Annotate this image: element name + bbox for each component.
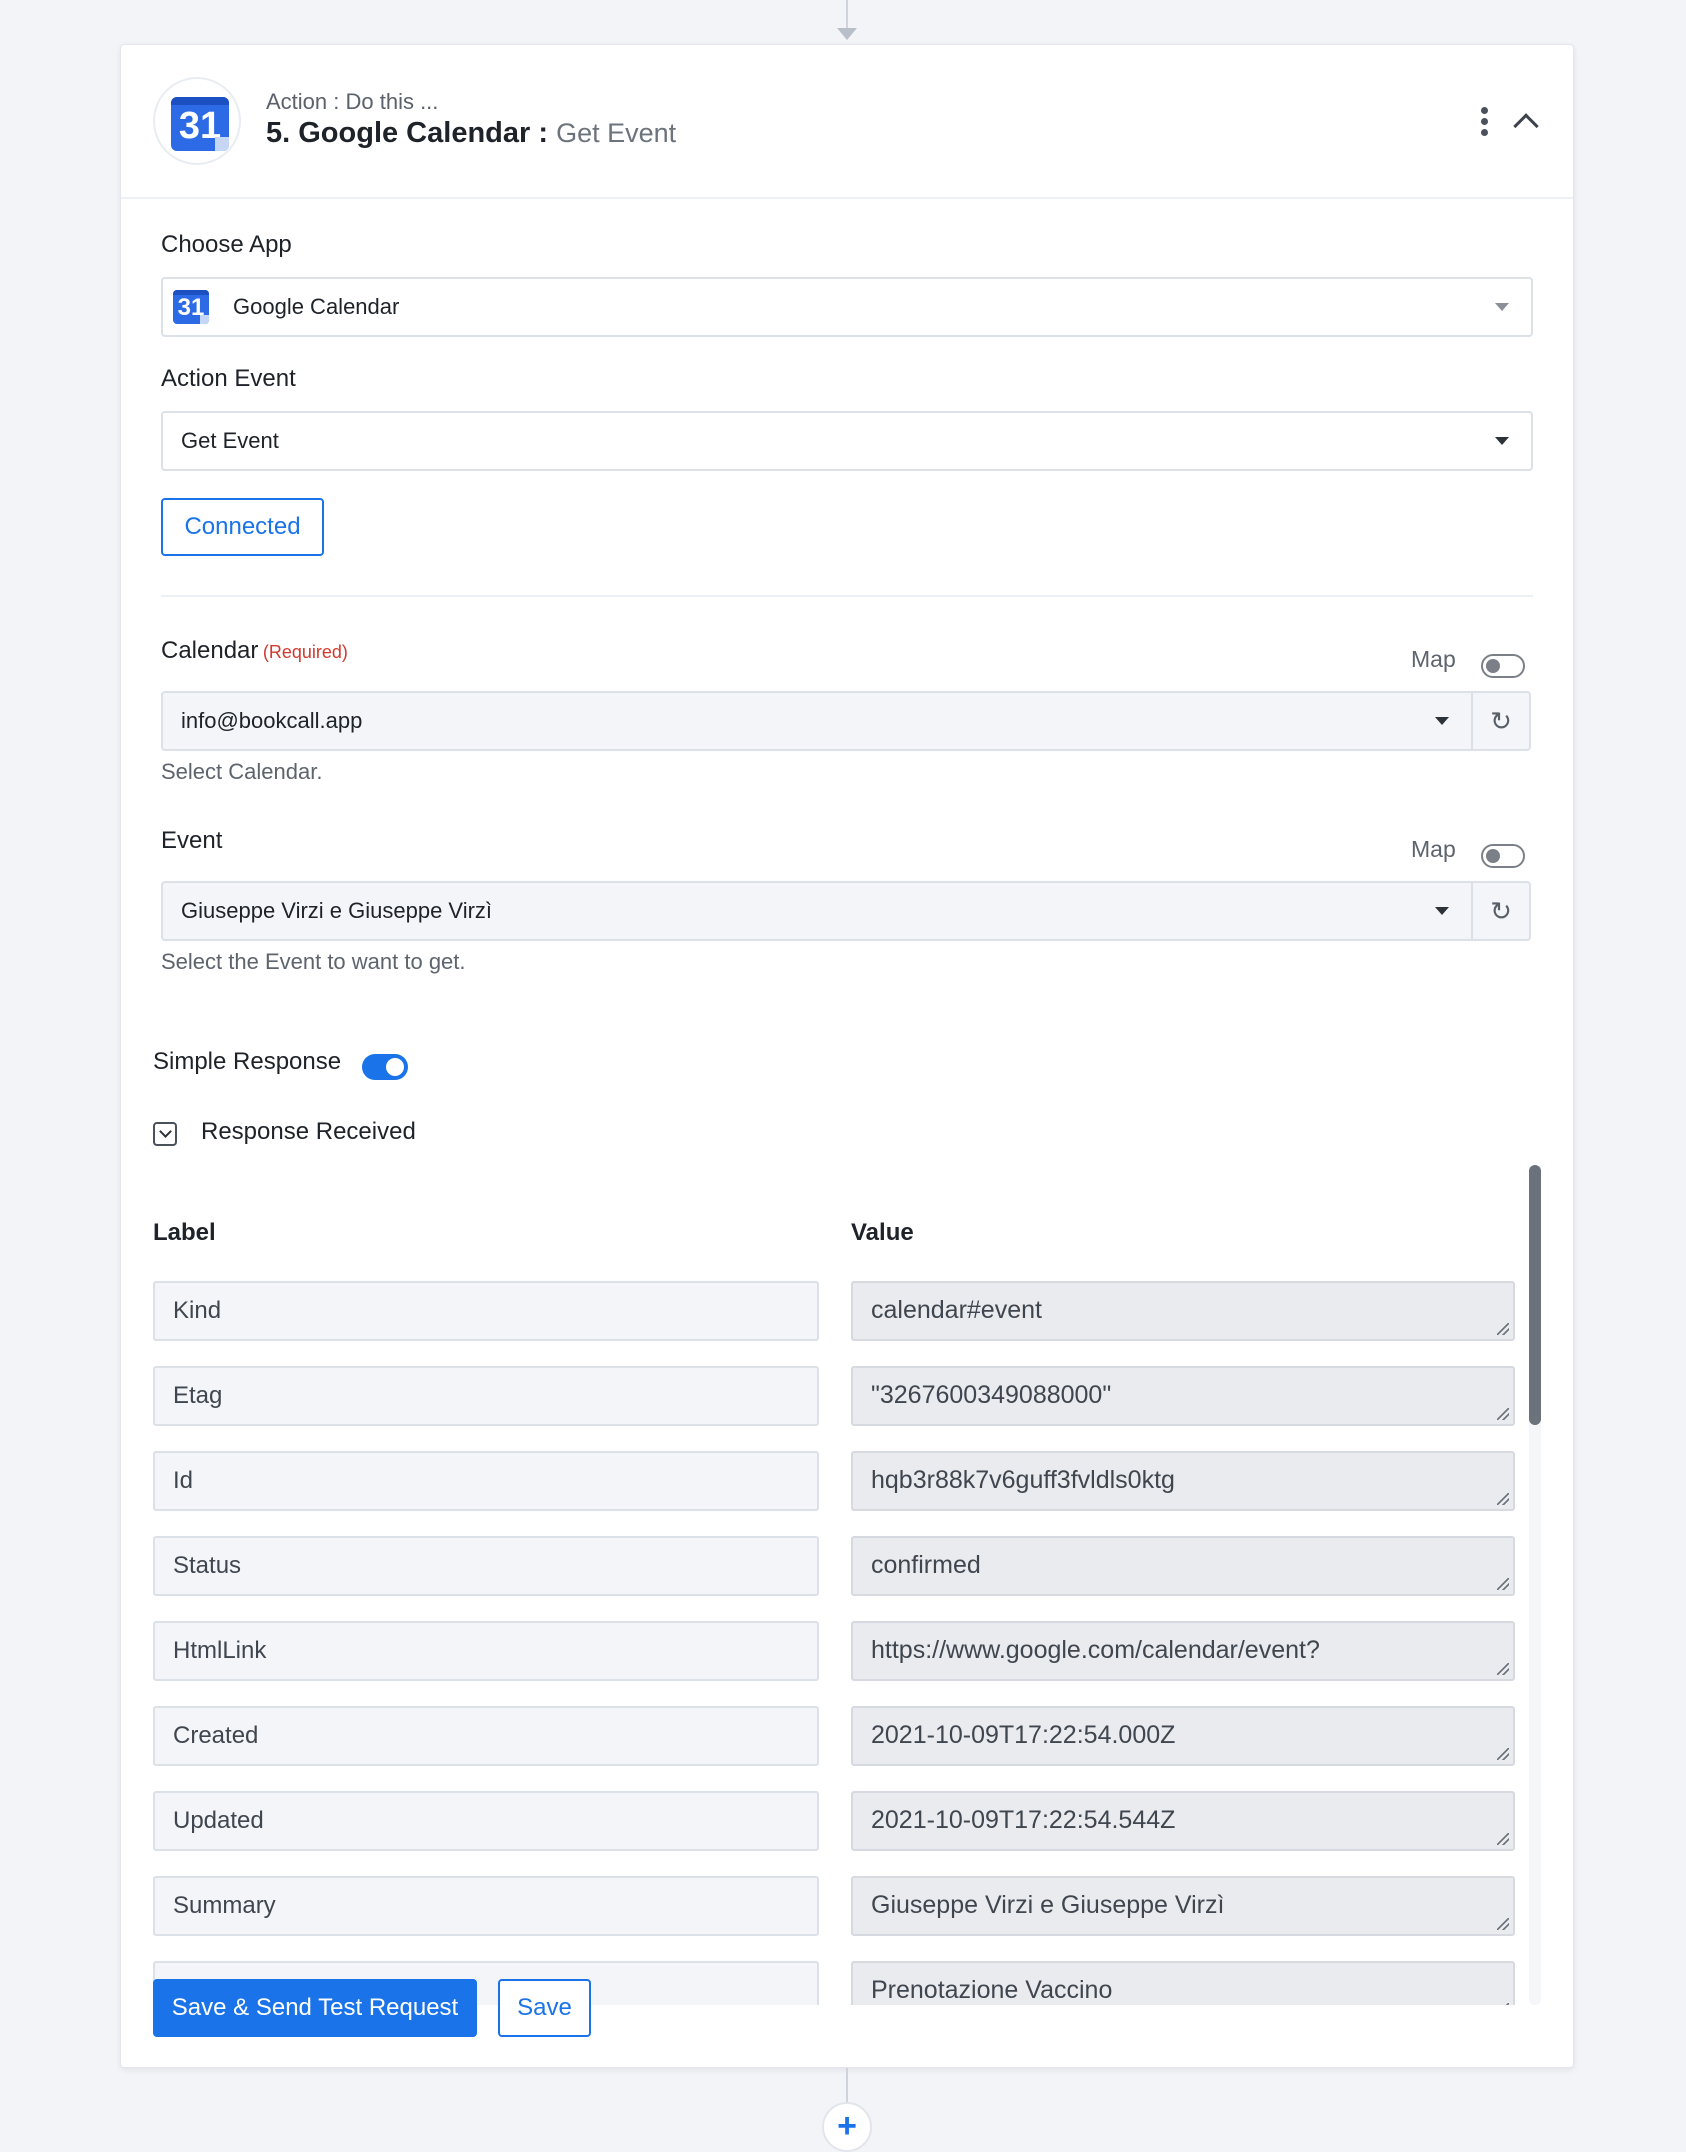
label-column-header: Label [153,1219,216,1246]
row-value[interactable]: confirmed [851,1536,1515,1596]
step-header[interactable]: 31 Action : Do this ... 5. Google Calend… [121,45,1573,199]
action-step-card: 31 Action : Do this ... 5. Google Calend… [120,44,1574,2068]
calendar-map-label: Map [1411,646,1456,672]
table-row: HtmlLink https://www.google.com/calendar… [153,1621,1515,1681]
table-row: Summary Giuseppe Virzi e Giuseppe Virzì [153,1876,1515,1936]
event-value: Giuseppe Virzi e Giuseppe Virzì [181,898,493,923]
row-label: Kind [153,1281,819,1341]
calendar-select-wrap: info@bookcall.app [161,691,1473,751]
step-title: 5. Google Calendar : Get Event [266,117,676,150]
chevron-down-icon [1495,437,1509,445]
row-value[interactable]: 2021-10-09T17:22:54.000Z [851,1706,1515,1766]
connected-button[interactable]: Connected [161,498,324,556]
chevron-down-icon [1495,303,1509,311]
table-row: Id hqb3r88k7v6guff3fvldls0ktg [153,1451,1515,1511]
event-map-toggle[interactable] [1481,844,1525,868]
refresh-icon: ↻ [1490,896,1512,926]
value-column-header: Value [851,1219,914,1246]
required-marker: (Required) [262,642,348,662]
row-value[interactable]: calendar#event [851,1281,1515,1341]
add-step-button[interactable]: + [822,2102,872,2152]
action-event-select[interactable]: Get Event [161,411,1533,471]
google-calendar-icon: 31 [173,290,209,324]
table-row: Created 2021-10-09T17:22:54.000Z [153,1706,1515,1766]
row-label: Etag [153,1366,819,1426]
event-label: Event [161,827,223,854]
row-value[interactable]: https://www.google.com/calendar/event? [851,1621,1515,1681]
action-event-label: Action Event [161,365,296,392]
chevron-up-icon[interactable] [1513,113,1539,139]
section-divider [161,595,1533,597]
step-app-name: 5. Google Calendar : [266,117,557,149]
event-select[interactable]: Giuseppe Virzi e Giuseppe Virzì [161,881,1473,941]
choose-app-value: Google Calendar [233,294,400,319]
more-options-icon[interactable] [1481,107,1489,137]
chevron-down-icon [1435,907,1449,915]
choose-app-select-wrap: 31 Google Calendar [161,277,1533,337]
row-value[interactable]: Giuseppe Virzi e Giuseppe Virzì [851,1876,1515,1936]
simple-response-toggle[interactable] [362,1054,408,1080]
calendar-label: Calendar [161,637,259,664]
step-type-label: Action : Do this ... [266,89,439,114]
row-label: Id [153,1451,819,1511]
row-value[interactable]: Prenotazione Vaccino [851,1961,1515,2005]
save-button[interactable]: Save [498,1979,591,2037]
refresh-icon: ↻ [1490,706,1512,736]
table-row: Kind calendar#event [153,1281,1515,1341]
calendar-value: info@bookcall.app [181,708,363,733]
plus-icon: + [837,2107,857,2145]
calendar-map-toggle[interactable] [1481,654,1525,678]
row-label: Summary [153,1876,819,1936]
action-event-select-wrap: Get Event [161,411,1533,471]
row-label: Created [153,1706,819,1766]
table-row: Updated 2021-10-09T17:22:54.544Z [153,1791,1515,1851]
choose-app-label: Choose App [161,231,292,258]
scrollbar-thumb[interactable] [1529,1165,1541,1425]
table-row: Etag "3267600349088000" [153,1366,1515,1426]
app-logo: 31 [153,77,241,165]
action-event-section: Action Event [161,365,1533,393]
row-value[interactable]: 2021-10-09T17:22:54.544Z [851,1791,1515,1851]
save-and-send-test-button[interactable]: Save & Send Test Request [153,1979,477,2037]
event-refresh-button[interactable]: ↻ [1473,881,1531,941]
event-select-wrap: Giuseppe Virzi e Giuseppe Virzì [161,881,1473,941]
choose-app-select[interactable]: 31 Google Calendar [161,277,1533,337]
response-scrollbar[interactable] [1529,1165,1541,2005]
simple-response-label: Simple Response [153,1048,342,1075]
row-value[interactable]: "3267600349088000" [851,1366,1515,1426]
choose-app-section: Choose App [161,231,1533,259]
row-label: Updated [153,1791,819,1851]
arrow-down-icon [837,28,857,40]
action-event-value: Get Event [181,428,279,453]
step-event-name: Get Event [556,118,677,148]
row-label: HtmlLink [153,1621,819,1681]
response-table: Label Value Kind calendar#event Etag "32… [153,1135,1543,2005]
calendar-select[interactable]: info@bookcall.app [161,691,1473,751]
chevron-down-icon [1435,717,1449,725]
calendar-refresh-button[interactable]: ↻ [1473,691,1531,751]
row-value[interactable]: hqb3r88k7v6guff3fvldls0ktg [851,1451,1515,1511]
event-help-text: Select the Event to want to get. [161,949,466,974]
row-label: Status [153,1536,819,1596]
calendar-section: Calendar (Required) [161,637,1533,665]
table-row: Status confirmed [153,1536,1515,1596]
google-calendar-icon: 31 [171,97,229,151]
calendar-help-text: Select Calendar. [161,759,323,784]
event-section: Event [161,827,1533,855]
event-map-label: Map [1411,836,1456,862]
